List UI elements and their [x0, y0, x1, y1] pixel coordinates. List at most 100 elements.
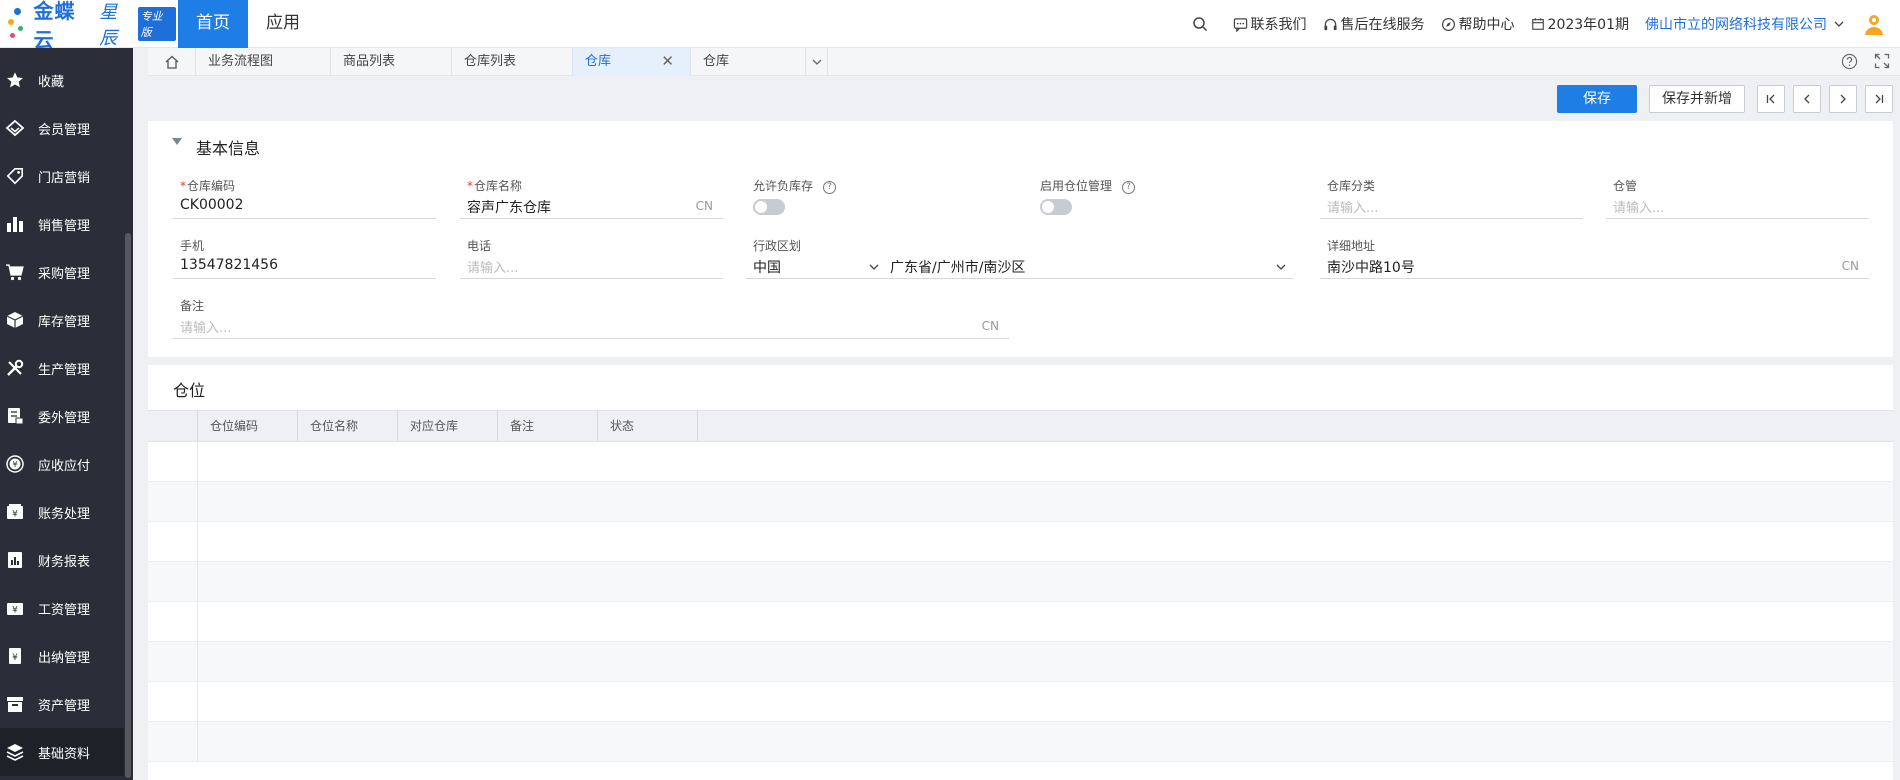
warehouse-category-field[interactable]: 仓库分类 请输入...: [1320, 177, 1583, 219]
sidebar-item-receivable-payable[interactable]: ¥ 应收应付: [0, 440, 124, 488]
warehouse-code-value: CK00002: [180, 197, 244, 213]
chevron-down-icon: [1834, 21, 1844, 27]
calendar-icon: [1531, 18, 1544, 30]
sidebar-item-favorites[interactable]: 收藏: [0, 56, 124, 104]
last-record-button[interactable]: [1865, 85, 1893, 113]
company-selector[interactable]: 佛山市立的网络科技有限公司: [1645, 14, 1848, 34]
field-label: 手机: [180, 239, 205, 253]
table-row[interactable]: [148, 722, 1893, 762]
sidebar-item-members[interactable]: 会员管理: [0, 104, 124, 152]
enable-location-toggle[interactable]: [1040, 199, 1072, 215]
table-row[interactable]: [148, 522, 1893, 562]
help-icon[interactable]: [1841, 53, 1858, 70]
logo[interactable]: 金蝶云 星辰 专业版: [6, 0, 176, 52]
home-icon: [165, 55, 178, 69]
cart-icon: [2, 262, 28, 282]
sidebar-item-cashier[interactable]: ¥ 出纳管理: [0, 632, 124, 680]
online-service-link[interactable]: 售后在线服务: [1323, 14, 1425, 34]
home-tab[interactable]: [148, 48, 196, 76]
nav-apps-tab[interactable]: 应用: [250, 0, 316, 48]
tab-process-flow[interactable]: 业务流程图: [196, 48, 331, 76]
sidebar-item-label: 应收应付: [38, 458, 91, 474]
collapse-caret-icon[interactable]: [172, 138, 182, 145]
table-row[interactable]: [148, 482, 1893, 522]
row-index-cell: [148, 482, 198, 522]
tab-warehouse-list[interactable]: 仓库列表: [452, 48, 573, 76]
tab-label: 仓库列表: [464, 54, 517, 69]
contact-us-link[interactable]: 联系我们: [1233, 14, 1307, 34]
outsource-icon: [2, 406, 28, 426]
sidebar-item-accounting[interactable]: ¥ 账务处理: [0, 488, 124, 536]
language-suffix[interactable]: CN: [1842, 259, 1859, 273]
nav-home-tab[interactable]: 首页: [178, 0, 248, 48]
language-suffix[interactable]: CN: [982, 319, 999, 333]
province-city-district-select[interactable]: 广东省/广州市/南沙区: [883, 255, 1293, 279]
avatar[interactable]: [1862, 12, 1886, 36]
warehouse-keeper-placeholder: 请输入...: [1613, 201, 1665, 216]
tools-icon: [2, 358, 28, 378]
tab-overflow-button[interactable]: [806, 48, 828, 76]
allow-negative-stock-toggle[interactable]: [753, 199, 785, 215]
logo-mark-icon: [6, 6, 33, 42]
bar-chart-icon: [2, 214, 28, 234]
svg-text:¥: ¥: [12, 606, 18, 616]
tab-label: 业务流程图: [208, 54, 274, 69]
sidebar-item-payroll[interactable]: ¥ 工资管理: [0, 584, 124, 632]
tab-product-list[interactable]: 商品列表: [331, 48, 452, 76]
sidebar-item-purchase[interactable]: 采购管理: [0, 248, 124, 296]
logo-name: 金蝶云: [33, 0, 76, 52]
sidebar-item-basic-data[interactable]: 基础资料: [0, 728, 124, 776]
table-row[interactable]: [148, 602, 1893, 642]
next-record-button[interactable]: [1829, 85, 1857, 113]
sidebar-item-outsourcing[interactable]: 委外管理: [0, 392, 124, 440]
table-row[interactable]: [148, 682, 1893, 722]
column-header[interactable]: 仓位名称: [298, 411, 398, 441]
table-row[interactable]: [148, 642, 1893, 682]
language-suffix[interactable]: CN: [696, 199, 713, 213]
column-header[interactable]: 仓位编码: [198, 411, 298, 441]
tab-label: 仓库: [585, 54, 612, 69]
mobile-field[interactable]: 手机 13547821456: [173, 237, 436, 279]
column-header[interactable]: 备注: [498, 411, 598, 441]
save-button[interactable]: 保存: [1557, 85, 1637, 113]
sidebar-item-label: 出纳管理: [38, 650, 91, 666]
row-index-cell: [148, 562, 198, 602]
sidebar-item-label: 库存管理: [38, 314, 91, 330]
table-row[interactable]: [148, 562, 1893, 602]
warehouse-code-field[interactable]: *仓库编码 CK00002: [173, 177, 436, 219]
tab-warehouse-active[interactable]: 仓库 ✕: [573, 48, 691, 76]
sidebar-item-financial-reports[interactable]: 财务报表: [0, 536, 124, 584]
help-center-link[interactable]: 帮助中心: [1441, 14, 1515, 34]
remark-field[interactable]: 备注 请输入... CN: [173, 297, 1009, 339]
phone-field[interactable]: 电话 请输入...: [460, 237, 723, 279]
sidebar-item-production[interactable]: 生产管理: [0, 344, 124, 392]
sidebar-item-label: 销售管理: [38, 218, 91, 234]
close-icon[interactable]: ✕: [661, 48, 674, 75]
star-icon: [2, 70, 28, 90]
tab-warehouse[interactable]: 仓库: [691, 48, 806, 76]
country-select[interactable]: 中国: [746, 255, 881, 279]
field-label: *仓库名称: [467, 179, 523, 193]
sidebar-item-inventory[interactable]: 库存管理: [0, 296, 124, 344]
sidebar-item-assets[interactable]: 资产管理: [0, 680, 124, 728]
first-record-button[interactable]: [1757, 85, 1785, 113]
fullscreen-icon[interactable]: [1874, 53, 1890, 69]
column-header[interactable]: 状态: [598, 411, 698, 441]
warehouse-name-field[interactable]: *仓库名称 容声广东仓库 CN: [460, 177, 723, 219]
prev-record-button[interactable]: [1793, 85, 1821, 113]
tab-label: 仓库: [703, 54, 730, 69]
diamond-icon: [2, 118, 28, 138]
address-field[interactable]: 详细地址 南沙中路10号 CN: [1320, 237, 1869, 279]
help-icon[interactable]: ?: [823, 181, 837, 194]
search-button[interactable]: [1192, 16, 1211, 32]
warehouse-keeper-field[interactable]: 仓管 请输入...: [1606, 177, 1869, 219]
table-row[interactable]: [148, 442, 1893, 482]
save-and-new-button[interactable]: 保存并新增: [1649, 85, 1745, 113]
field-label: 仓管: [1613, 179, 1638, 193]
sidebar-scrollbar[interactable]: [125, 233, 131, 778]
column-header[interactable]: 对应仓库: [398, 411, 498, 441]
sidebar-item-store-marketing[interactable]: 门店营销: [0, 152, 124, 200]
sidebar-item-sales[interactable]: 销售管理: [0, 200, 124, 248]
help-icon[interactable]: ?: [1122, 181, 1136, 194]
period-selector[interactable]: 2023年01期: [1531, 14, 1629, 34]
